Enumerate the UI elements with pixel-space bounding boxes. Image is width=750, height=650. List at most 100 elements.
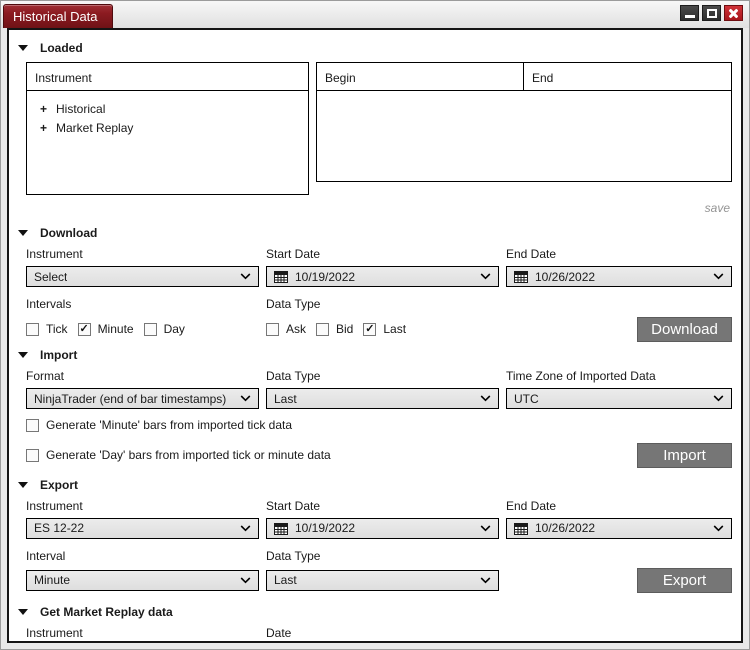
checkbox-icon <box>26 322 39 336</box>
import-data-type-select[interactable]: Last <box>266 388 499 409</box>
collapse-triangle-icon <box>18 608 28 615</box>
select-value: Select <box>34 269 68 284</box>
import-format-select[interactable]: NinjaTrader (end of bar timestamps) <box>26 388 259 409</box>
datatype-ask-checkbox[interactable]: Ask <box>266 322 306 336</box>
generate-day-row: Generate 'Day' bars from imported tick o… <box>9 437 741 468</box>
tree-item-label: Market Replay <box>56 121 134 135</box>
minimize-button[interactable] <box>680 5 699 21</box>
select-value: ES 12-22 <box>34 521 85 535</box>
data-type-label: Data Type <box>266 297 321 311</box>
download-end-date-picker[interactable]: 10/26/2022 <box>506 266 732 287</box>
date-value: 10/26/2022 <box>535 521 596 535</box>
section-header-import[interactable]: Import <box>9 342 741 367</box>
export-data-type-select[interactable]: Last <box>266 569 499 591</box>
window-controls <box>680 5 743 21</box>
tree-item-historical[interactable]: Historical <box>27 100 308 119</box>
close-icon <box>725 6 742 20</box>
interval-day-checkbox[interactable]: Day <box>143 322 185 336</box>
generate-minute-checkbox[interactable]: Generate 'Minute' bars from imported tic… <box>26 418 292 432</box>
import-selects: NinjaTrader (end of bar timestamps) Last… <box>9 388 741 409</box>
end-date-label: End Date <box>506 498 557 513</box>
collapse-triangle-icon <box>18 45 28 51</box>
section-title: Import <box>40 348 78 362</box>
download-instrument-select[interactable]: Select <box>26 266 259 287</box>
table-body-empty <box>317 91 731 181</box>
column-header-end[interactable]: End <box>524 63 561 90</box>
checkbox-label: Generate 'Day' bars from imported tick o… <box>46 448 331 462</box>
expand-plus-icon[interactable] <box>40 123 47 133</box>
save-row: save <box>9 193 741 220</box>
generate-day-checkbox[interactable]: Generate 'Day' bars from imported tick o… <box>26 448 331 462</box>
download-button[interactable]: Download <box>637 316 732 342</box>
tree-item-market-replay[interactable]: Market Replay <box>27 119 308 138</box>
chevron-down-icon <box>240 524 251 531</box>
section-header-market-replay[interactable]: Get Market Replay data <box>9 599 741 624</box>
format-label: Format <box>26 369 65 383</box>
window-title-tab[interactable]: Historical Data <box>3 4 113 28</box>
calendar-icon <box>274 522 288 535</box>
chevron-down-icon <box>713 395 724 402</box>
section-title: Export <box>40 477 79 492</box>
section-header-loaded[interactable]: Loaded <box>9 35 741 60</box>
checkbox-label: Ask <box>286 322 307 336</box>
download-start-date-picker[interactable]: 10/19/2022 <box>266 266 499 287</box>
generate-minute-row: Generate 'Minute' bars from imported tic… <box>9 409 741 437</box>
timezone-label: Time Zone of Imported Data <box>506 369 656 383</box>
tree-item-label: Historical <box>56 102 106 116</box>
select-value: Minute <box>34 573 71 587</box>
calendar-icon <box>514 271 528 283</box>
save-link[interactable]: save <box>705 201 730 215</box>
export-start-date-picker[interactable]: 10/19/2022 <box>266 517 499 539</box>
section-header-export[interactable]: Export <box>9 472 741 497</box>
section-header-download[interactable]: Download <box>9 220 741 245</box>
column-header-begin[interactable]: Begin <box>317 63 524 90</box>
download-checks: Tick Minute Day Ask Bid <box>9 316 741 342</box>
checkbox-icon <box>363 322 377 336</box>
expand-plus-icon[interactable] <box>40 104 47 114</box>
chevron-down-icon <box>713 273 724 280</box>
export-interval-select[interactable]: Minute <box>26 569 259 591</box>
export-sub-labels: Interval Data Type <box>9 547 741 568</box>
chevron-down-icon <box>480 395 491 402</box>
instrument-tree: Instrument Historical Market Replay <box>26 62 309 195</box>
checkbox-icon <box>316 322 330 336</box>
checkbox-label: Last <box>383 322 407 336</box>
section-title: Loaded <box>40 41 83 55</box>
data-type-label: Data Type <box>266 548 321 563</box>
datatype-bid-checkbox[interactable]: Bid <box>316 322 353 336</box>
historical-data-window: Historical Data Loaded Instrument + Hist… <box>0 0 750 650</box>
maximize-button[interactable] <box>702 5 721 21</box>
calendar-icon <box>274 271 288 283</box>
import-button[interactable]: Import <box>637 442 732 468</box>
tree-header: Instrument <box>27 63 308 91</box>
instrument-label: Instrument <box>26 498 83 513</box>
loaded-range-table: Begin End <box>316 62 732 182</box>
collapse-triangle-icon <box>18 230 28 236</box>
export-instrument-select[interactable]: ES 12-22 <box>26 517 259 539</box>
export-button[interactable]: Export <box>637 567 732 593</box>
chevron-down-icon <box>480 273 491 280</box>
data-type-group: Ask Bid Last <box>266 322 499 336</box>
collapse-triangle-icon <box>18 352 28 358</box>
collapse-triangle-icon <box>18 481 28 488</box>
checkbox-icon <box>77 322 91 336</box>
section-title: Download <box>40 226 98 240</box>
export-selects-top: ES 12-22 10/19/2022 10/26/2022 <box>9 517 741 539</box>
checkbox-label: Tick <box>46 322 68 336</box>
title-bar: Historical Data <box>1 1 749 28</box>
import-timezone-select[interactable]: UTC <box>506 388 732 409</box>
select-value: Last <box>274 391 297 406</box>
date-label: Date <box>266 625 292 640</box>
date-value: 10/19/2022 <box>295 521 356 535</box>
export-selects-bottom: Minute Last Export <box>9 567 741 593</box>
intervals-group: Tick Minute Day <box>26 322 259 336</box>
checkbox-icon <box>143 322 157 336</box>
export-end-date-picker[interactable]: 10/26/2022 <box>506 517 732 539</box>
close-button[interactable] <box>724 5 743 21</box>
minimize-icon <box>684 15 695 18</box>
datatype-last-checkbox[interactable]: Last <box>363 322 406 336</box>
interval-tick-checkbox[interactable]: Tick <box>26 322 68 336</box>
checkbox-icon <box>26 448 39 462</box>
date-value: 10/19/2022 <box>295 269 356 284</box>
interval-minute-checkbox[interactable]: Minute <box>77 322 134 336</box>
